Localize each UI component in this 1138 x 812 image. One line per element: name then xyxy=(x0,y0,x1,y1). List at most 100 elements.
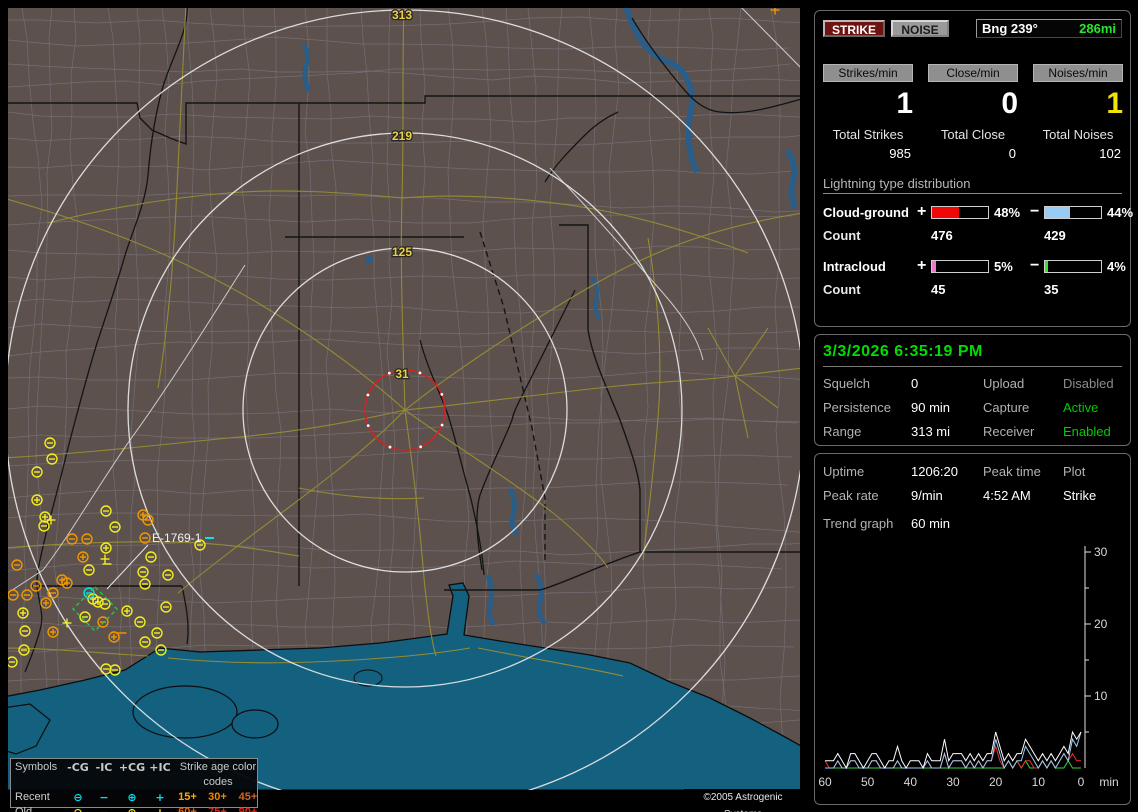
recent-ic-neg-icon: − xyxy=(99,791,109,804)
age-90: 90+ xyxy=(238,806,258,812)
peak-rate-value: 9/min xyxy=(911,488,943,503)
upload-status: Disabled xyxy=(1063,376,1114,391)
cg-pos-pct: 48% xyxy=(994,204,1021,220)
svg-text:30: 30 xyxy=(946,775,960,789)
cg-pos-count: 476 xyxy=(931,228,953,243)
lake-pontchartrain xyxy=(132,685,238,739)
svg-text:min: min xyxy=(1099,775,1118,789)
old-ic-neg-icon: − xyxy=(91,805,117,812)
old-cg-neg-icon: ⊖ xyxy=(65,805,91,812)
peak-rate-label: Peak rate xyxy=(823,488,879,503)
bearing-display: Bng 239° 286mi xyxy=(976,19,1122,38)
legend-recent-label: Recent xyxy=(15,791,50,803)
total-noises-label: Total Noises xyxy=(1042,127,1114,142)
uptime-value: 1206:20 xyxy=(911,464,958,479)
age-75: 75+ xyxy=(208,806,227,812)
svg-text:0: 0 xyxy=(1078,775,1085,789)
status-panel: 3/3/2026 6:35:19 PM Squelch 0 Upload Dis… xyxy=(814,334,1131,446)
plus-sign: + xyxy=(917,203,927,220)
cloud-ground-label: Cloud-ground xyxy=(823,204,909,220)
ic-neg-pct: 4% xyxy=(1107,258,1126,274)
total-strikes-label: Total Strikes xyxy=(832,127,904,142)
intracloud-label: Intracloud xyxy=(823,258,886,274)
ic-pos-pct: 5% xyxy=(994,258,1013,274)
app-window: 31 125 219 313 E-1769-1 Symbols -CG -IC … xyxy=(0,0,1138,812)
ic-count-label: Count xyxy=(823,282,861,297)
svg-text:20: 20 xyxy=(1094,617,1108,631)
svg-text:40: 40 xyxy=(904,775,918,789)
distribution-title: Lightning type distribution xyxy=(823,176,1122,194)
age-30: 30+ xyxy=(208,791,227,803)
age-15: 15+ xyxy=(178,791,197,803)
total-close-value: 0 xyxy=(1008,146,1016,161)
ic-pos-count: 45 xyxy=(931,282,946,297)
ic-neg-bar xyxy=(1044,259,1102,273)
symbol-legend: Symbols -CG -IC +CG +IC Strike age color… xyxy=(10,758,258,812)
noises-rate-value: 1 xyxy=(1106,87,1123,120)
trend-graph-window: 60 min xyxy=(911,516,951,531)
old-cg-pos-icon: ⊕ xyxy=(117,805,147,812)
noise-button[interactable]: NOISE xyxy=(891,20,949,37)
old-ic-pos-icon: + xyxy=(147,805,173,812)
svg-text:30: 30 xyxy=(1094,545,1108,559)
total-noises-value: 102 xyxy=(1099,146,1121,161)
strike-stats-panel: STRIKE NOISE Bng 239° 286mi Strikes/min … xyxy=(814,10,1134,327)
total-strikes-value: 985 xyxy=(889,146,911,161)
trend-graph-label: Trend graph xyxy=(823,516,894,531)
persistence-value: 90 min xyxy=(911,400,951,415)
datetime-display: 3/3/2026 6:35:19 PM xyxy=(823,343,1122,367)
total-close-label: Total Close xyxy=(940,127,1006,142)
bearing-value: Bng 239° xyxy=(982,21,1038,36)
ring-label-313: 313 xyxy=(392,8,412,22)
squelch-value: 0 xyxy=(911,376,919,391)
uptime-label: Uptime xyxy=(823,464,865,479)
capture-status: Active xyxy=(1063,400,1099,415)
cg-count-label: Count xyxy=(823,228,861,243)
ring-label-31: 31 xyxy=(395,367,409,381)
copyright-notice: ©2005 Astrogenic Systems xyxy=(684,789,802,812)
legend-old-label: Old xyxy=(15,806,33,812)
minus-sign: − xyxy=(1030,257,1040,274)
capture-label: Capture xyxy=(983,400,1030,415)
ic-neg-count: 35 xyxy=(1044,282,1059,297)
trend-panel: Uptime 1206:20 Peak time Plot Peak rate … xyxy=(814,453,1131,805)
strike-id-label: E-1769-1 xyxy=(152,531,202,545)
svg-text:50: 50 xyxy=(861,775,875,789)
ring-label-125: 125 xyxy=(392,245,412,259)
legend-nic-header: -IC xyxy=(95,761,113,774)
noises-per-min-badge: Noises/min xyxy=(1033,64,1123,82)
cg-pos-bar xyxy=(931,205,989,219)
lake xyxy=(231,709,279,739)
range-value: 313 mi xyxy=(911,424,951,439)
trend-graph: 10 20 30 60 50 40 30 20 10 0 min xyxy=(818,545,1118,789)
strikes-per-min-badge: Strikes/min xyxy=(823,64,913,82)
persistence-label: Persistence xyxy=(823,400,891,415)
ic-pos-bar xyxy=(931,259,989,273)
legend-pcg-header: +CG xyxy=(118,761,146,774)
cg-neg-bar xyxy=(1044,205,1102,219)
strike-button[interactable]: STRIKE xyxy=(823,20,885,37)
peak-time-value: 4:52 AM xyxy=(983,488,1031,503)
age-45: 45+ xyxy=(238,791,258,803)
recent-ic-pos-icon: + xyxy=(155,791,165,804)
legend-age-header: Strike age color codes xyxy=(179,761,257,788)
recent-cg-neg-icon: ⊖ xyxy=(73,791,83,804)
peak-time-label: Peak time xyxy=(983,464,1041,479)
plus-sign: + xyxy=(917,257,927,274)
recent-cg-pos-icon: ⊕ xyxy=(127,791,137,804)
cg-neg-count: 429 xyxy=(1044,228,1066,243)
bearing-distance: 286mi xyxy=(1079,21,1116,36)
plot-mode-value: Strike xyxy=(1063,488,1097,503)
upload-label: Upload xyxy=(983,376,1025,391)
strikes-rate-value: 1 xyxy=(896,87,913,120)
receiver-status: Enabled xyxy=(1063,424,1111,439)
receiver-label: Receiver xyxy=(983,424,1035,439)
svg-text:60: 60 xyxy=(818,775,832,789)
legend-symbols-header: Symbols xyxy=(15,761,58,773)
ring-label-219: 219 xyxy=(392,129,412,143)
range-label: Range xyxy=(823,424,862,439)
strike-map[interactable]: 31 125 219 313 E-1769-1 xyxy=(8,8,800,790)
cg-neg-pct: 44% xyxy=(1107,204,1134,220)
legend-pic-header: +IC xyxy=(149,761,171,774)
minus-sign: − xyxy=(1030,203,1040,220)
